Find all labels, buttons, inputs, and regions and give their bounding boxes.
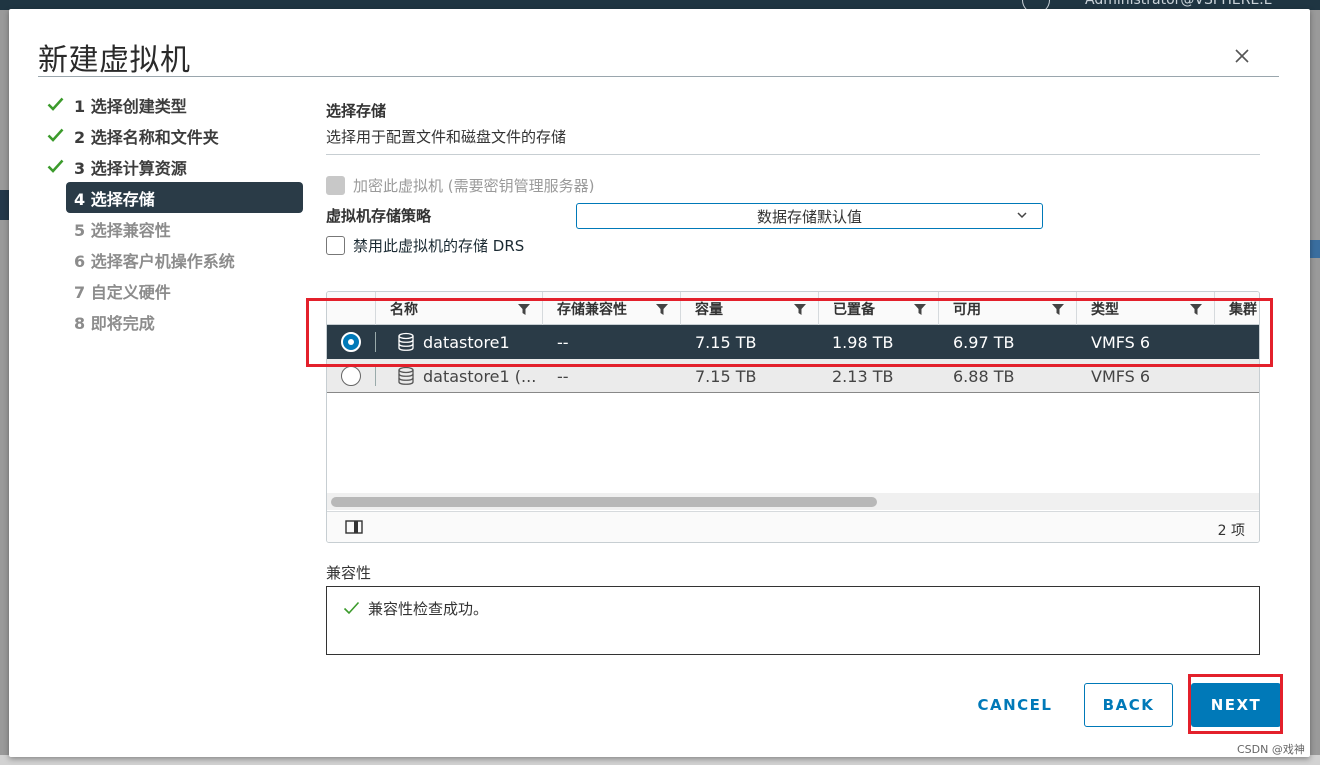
filter-icon[interactable] <box>518 304 530 315</box>
step-select-compatibility: 5 选择兼容性 <box>39 213 305 244</box>
step-label: 3 选择计算资源 <box>74 158 187 178</box>
step-label: 2 选择名称和文件夹 <box>74 127 219 147</box>
success-check-icon <box>343 601 360 615</box>
horizontal-scrollbar[interactable] <box>327 493 1259 510</box>
row-divider <box>375 332 376 352</box>
cancel-button[interactable]: CANCEL <box>959 683 1071 727</box>
column-label: 集群 <box>1229 301 1257 318</box>
column-header-capacity[interactable]: 容量 <box>680 292 818 325</box>
free-cell: 6.97 TB <box>953 332 1015 352</box>
column-header-type[interactable]: 类型 <box>1076 292 1214 325</box>
section-title: 选择存储 <box>326 102 387 120</box>
step-select-storage[interactable]: 4 选择存储 <box>66 182 303 213</box>
step-label: 4 选择存储 <box>74 189 155 209</box>
encrypt-vm-option: 加密此虚拟机 (需要密钥管理服务器) <box>326 175 594 196</box>
section-divider <box>326 154 1260 155</box>
encrypt-vm-checkbox <box>326 176 345 195</box>
column-header-cluster[interactable]: 集群 <box>1214 292 1259 325</box>
wizard-steps: 1 选择创建类型 2 选择名称和文件夹 3 选择计算资源 4 选择存储 5 选择… <box>39 89 305 337</box>
title-divider <box>38 76 1279 77</box>
datastore-icon <box>398 366 414 385</box>
item-count: 2 项 <box>1217 523 1245 539</box>
row-radio[interactable] <box>341 366 361 386</box>
column-header-provisioned[interactable]: 已置备 <box>818 292 938 325</box>
check-icon <box>47 159 64 173</box>
step-select-name-folder[interactable]: 2 选择名称和文件夹 <box>39 120 305 151</box>
column-label: 容量 <box>695 301 723 318</box>
step-customize-hardware: 7 自定义硬件 <box>39 275 305 306</box>
column-header-compatibility[interactable]: 存储兼容性 <box>542 292 680 325</box>
datastore-name-cell: datastore1 <box>397 325 510 359</box>
chevron-down-icon <box>1017 212 1027 219</box>
cell-text: datastore1 <box>423 332 510 352</box>
filter-icon[interactable] <box>1190 304 1202 315</box>
capacity-cell: 7.15 TB <box>695 366 757 386</box>
column-label: 名称 <box>390 301 418 318</box>
cell-text: datastore1 (... <box>423 366 537 386</box>
back-button[interactable]: BACK <box>1084 683 1173 727</box>
next-button[interactable]: NEXT <box>1191 683 1281 727</box>
capacity-cell: 7.15 TB <box>695 332 757 352</box>
step-label: 5 选择兼容性 <box>74 220 171 240</box>
filter-icon[interactable] <box>794 304 806 315</box>
step-label: 8 即将完成 <box>74 313 155 333</box>
column-toggle-icon[interactable] <box>345 520 363 534</box>
step-select-creation-type[interactable]: 1 选择创建类型 <box>39 89 305 120</box>
row-divider <box>375 366 376 386</box>
compatibility-panel: 兼容性检查成功。 <box>326 586 1260 655</box>
background-selection-marker <box>1310 240 1320 258</box>
check-icon <box>47 97 64 111</box>
compatibility-label: 兼容性 <box>326 564 372 582</box>
disable-drs-label: 禁用此虚拟机的存储 DRS <box>353 237 525 255</box>
disable-drs-checkbox[interactable] <box>326 236 345 255</box>
datastore-icon <box>398 332 414 351</box>
column-header-free[interactable]: 可用 <box>938 292 1076 325</box>
free-cell: 6.88 TB <box>953 366 1015 386</box>
row-radio[interactable] <box>341 332 361 352</box>
step-ready-to-complete: 8 即将完成 <box>39 306 305 337</box>
step-select-guest-os: 6 选择客户机操作系统 <box>39 244 305 275</box>
step-select-compute-resource[interactable]: 3 选择计算资源 <box>39 151 305 182</box>
compatibility-message: 兼容性检查成功。 <box>368 600 489 618</box>
datastore-name-cell: datastore1 (... <box>397 359 536 393</box>
column-header-name[interactable]: 名称 <box>375 292 542 325</box>
close-icon[interactable] <box>1231 45 1253 67</box>
encrypt-vm-label: 加密此虚拟机 (需要密钥管理服务器) <box>353 177 595 195</box>
column-label: 类型 <box>1091 301 1119 318</box>
filter-icon[interactable] <box>1052 304 1064 315</box>
dialog-title: 新建虚拟机 <box>38 43 191 78</box>
storage-policy-label: 虚拟机存储策略 <box>326 207 432 225</box>
select-column-header <box>327 292 375 325</box>
type-cell: VMFS 6 <box>1091 332 1151 352</box>
datastore-grid: 名称 存储兼容性 容量 已置备 可用 类型 集群 datastore1 -- 7… <box>326 291 1260 543</box>
compat-cell: -- <box>557 366 569 386</box>
provisioned-cell: 2.13 TB <box>832 366 894 386</box>
column-label: 存储兼容性 <box>557 301 627 318</box>
grid-header: 名称 存储兼容性 容量 已置备 可用 类型 集群 <box>327 292 1259 325</box>
column-label: 可用 <box>953 301 981 318</box>
step-label: 6 选择客户机操作系统 <box>74 251 235 271</box>
storage-policy-value: 数据存储默认值 <box>756 207 862 226</box>
filter-icon[interactable] <box>656 304 668 315</box>
grid-footer: 2 项 <box>327 511 1259 542</box>
provisioned-cell: 1.98 TB <box>832 332 894 352</box>
disable-drs-option[interactable]: 禁用此虚拟机的存储 DRS <box>326 235 524 256</box>
check-icon <box>47 128 64 142</box>
step-label: 1 选择创建类型 <box>74 96 187 116</box>
table-row[interactable]: datastore1 -- 7.15 TB 1.98 TB 6.97 TB VM… <box>327 325 1259 359</box>
new-vm-dialog: 新建虚拟机 1 选择创建类型 2 选择名称和文件夹 3 选择计算资源 4 选择存… <box>9 9 1310 757</box>
section-subtitle: 选择用于配置文件和磁盘文件的存储 <box>326 128 567 146</box>
type-cell: VMFS 6 <box>1091 366 1151 386</box>
filter-icon[interactable] <box>914 304 926 315</box>
storage-policy-select[interactable]: 数据存储默认值 <box>576 203 1043 229</box>
table-row[interactable]: datastore1 (... -- 7.15 TB 2.13 TB 6.88 … <box>327 359 1259 393</box>
watermark: CSDN @戏神 <box>1237 743 1305 756</box>
step-label: 7 自定义硬件 <box>74 282 171 302</box>
column-label: 已置备 <box>833 301 875 318</box>
background-nav-marker <box>0 190 9 220</box>
user-menu-label: Administrator@VSPHERE.L <box>1085 0 1272 8</box>
scrollbar-thumb[interactable] <box>331 497 877 507</box>
compat-cell: -- <box>557 332 569 352</box>
